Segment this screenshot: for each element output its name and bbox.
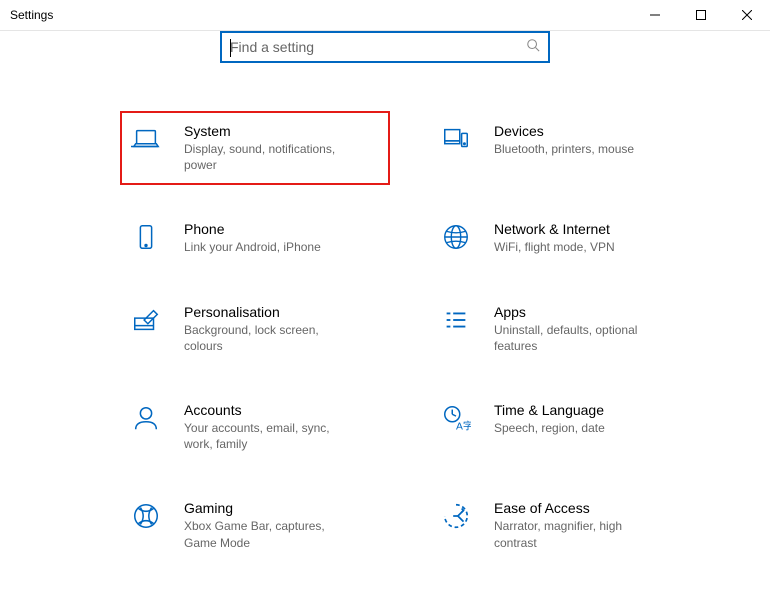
tile-desc: Your accounts, email, sync, work, family <box>184 420 354 452</box>
xbox-icon <box>130 500 162 532</box>
tile-devices[interactable]: Devices Bluetooth, printers, mouse <box>440 123 690 173</box>
search-input[interactable] <box>230 33 526 61</box>
content-area: System Display, sound, notifications, po… <box>0 31 770 571</box>
tile-desc: Display, sound, notifications, power <box>184 141 354 173</box>
person-icon <box>130 402 162 434</box>
maximize-icon <box>696 10 706 20</box>
brush-icon <box>130 304 162 336</box>
tile-title: Network & Internet <box>494 221 690 237</box>
tile-desc: Speech, region, date <box>494 420 664 436</box>
tile-phone[interactable]: Phone Link your Android, iPhone <box>130 221 380 255</box>
globe-icon <box>440 221 472 253</box>
tile-accounts[interactable]: Accounts Your accounts, email, sync, wor… <box>130 402 380 452</box>
tile-apps[interactable]: Apps Uninstall, defaults, optional featu… <box>440 304 690 354</box>
tile-desc: Xbox Game Bar, captures, Game Mode <box>184 518 354 550</box>
tile-title: System <box>184 123 380 139</box>
svg-text:A字: A字 <box>456 419 471 432</box>
tile-title: Devices <box>494 123 690 139</box>
tile-desc: Bluetooth, printers, mouse <box>494 141 664 157</box>
devices-icon <box>440 123 472 155</box>
search-box[interactable] <box>220 31 550 63</box>
tile-title: Personalisation <box>184 304 380 320</box>
tile-title: Phone <box>184 221 380 237</box>
tile-desc: Link your Android, iPhone <box>184 239 354 255</box>
time-language-icon: A字 <box>440 402 472 434</box>
tile-desc: Narrator, magnifier, high contrast <box>494 518 664 550</box>
tile-system[interactable]: System Display, sound, notifications, po… <box>120 111 390 185</box>
tile-title: Time & Language <box>494 402 690 418</box>
close-button[interactable] <box>724 0 770 30</box>
close-icon <box>742 10 752 20</box>
tile-title: Ease of Access <box>494 500 690 516</box>
settings-grid: System Display, sound, notifications, po… <box>0 63 770 571</box>
accessibility-icon <box>440 500 472 532</box>
apps-list-icon <box>440 304 472 336</box>
window-controls <box>632 0 770 30</box>
tile-title: Apps <box>494 304 690 320</box>
search-icon <box>526 38 540 57</box>
minimize-icon <box>650 10 660 20</box>
laptop-icon <box>130 123 162 155</box>
window-title: Settings <box>10 8 53 22</box>
tile-network[interactable]: Network & Internet WiFi, flight mode, VP… <box>440 221 690 255</box>
tile-time-language[interactable]: A字 Time & Language Speech, region, date <box>440 402 690 452</box>
minimize-button[interactable] <box>632 0 678 30</box>
tile-desc: Background, lock screen, colours <box>184 322 354 354</box>
tile-title: Gaming <box>184 500 380 516</box>
tile-ease-of-access[interactable]: Ease of Access Narrator, magnifier, high… <box>440 500 690 550</box>
text-caret <box>230 39 231 57</box>
tile-desc: Uninstall, defaults, optional features <box>494 322 664 354</box>
phone-icon <box>130 221 162 253</box>
tile-title: Accounts <box>184 402 380 418</box>
maximize-button[interactable] <box>678 0 724 30</box>
tile-desc: WiFi, flight mode, VPN <box>494 239 664 255</box>
tile-gaming[interactable]: Gaming Xbox Game Bar, captures, Game Mod… <box>130 500 380 550</box>
titlebar: Settings <box>0 0 770 31</box>
tile-personalisation[interactable]: Personalisation Background, lock screen,… <box>130 304 380 354</box>
